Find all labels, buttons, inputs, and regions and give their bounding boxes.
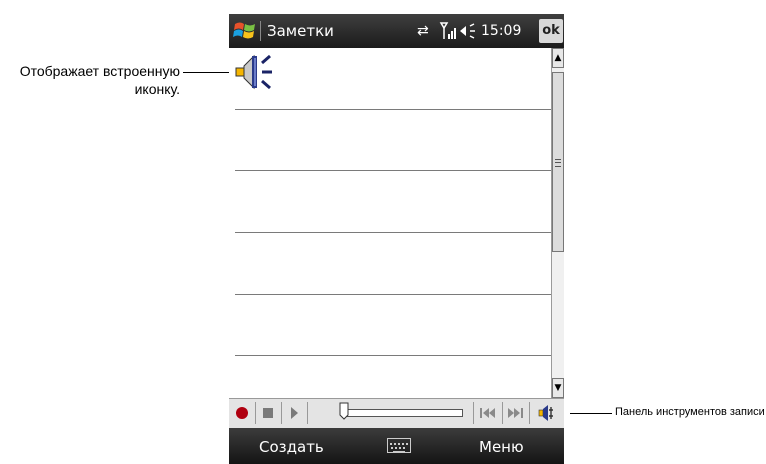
callout-embedded-icon: Отображает встроенную иконку. — [19, 63, 180, 97]
note-ruled-line — [235, 109, 551, 110]
clock[interactable]: 15:09 — [481, 22, 521, 40]
toolbar-speaker-button[interactable] — [535, 402, 564, 424]
next-icon — [508, 408, 523, 418]
signal-icon[interactable] — [439, 21, 457, 41]
next-button[interactable] — [501, 402, 530, 424]
note-ruled-line — [235, 355, 551, 356]
scroll-thumb[interactable] — [552, 72, 564, 252]
menu-softkey[interactable]: Меню — [479, 438, 524, 456]
play-button[interactable] — [281, 402, 308, 424]
volume-slider-thumb[interactable] — [339, 402, 349, 420]
vertical-scrollbar[interactable]: ▲ ▼ — [551, 48, 564, 412]
title-bar: Заметки ⇄ 15:09 ok — [229, 14, 564, 48]
stop-button[interactable] — [255, 402, 282, 424]
title-separator — [260, 21, 261, 41]
ok-button[interactable]: ok — [539, 19, 563, 43]
stop-icon — [263, 408, 273, 418]
speaker-sound-icon[interactable] — [234, 52, 278, 92]
windows-start-icon[interactable] — [232, 18, 258, 44]
create-softkey[interactable]: Создать — [259, 438, 324, 456]
note-ruled-line — [235, 170, 551, 171]
previous-button[interactable] — [473, 402, 503, 424]
play-icon — [291, 407, 298, 419]
sync-arrows-icon[interactable]: ⇄ — [417, 22, 429, 40]
speaker-icon[interactable] — [459, 22, 479, 40]
keyboard-icon[interactable] — [387, 438, 411, 453]
callout-record-toolbar: Панель инструментов записи — [615, 406, 765, 418]
callout-leader-line — [570, 413, 612, 414]
app-title: Заметки — [267, 22, 334, 40]
note-ruled-line — [235, 294, 551, 295]
softkey-bar: Создать Меню — [229, 428, 564, 464]
record-toolbar — [229, 398, 564, 428]
scroll-up-icon[interactable]: ▲ — [552, 48, 564, 68]
record-button[interactable] — [229, 402, 256, 424]
device-screen: Заметки ⇄ 15:09 ok ▲ ▼ Создать Меню — [229, 14, 564, 464]
speaker-icon — [538, 405, 553, 421]
note-content[interactable] — [229, 48, 551, 412]
previous-icon — [480, 408, 495, 418]
note-ruled-line — [235, 232, 551, 233]
scroll-down-icon[interactable]: ▼ — [552, 378, 564, 398]
scroll-thumb-grip — [555, 159, 561, 167]
record-icon — [236, 407, 248, 419]
volume-slider[interactable] — [345, 409, 463, 417]
callout-leader-line — [183, 72, 233, 73]
